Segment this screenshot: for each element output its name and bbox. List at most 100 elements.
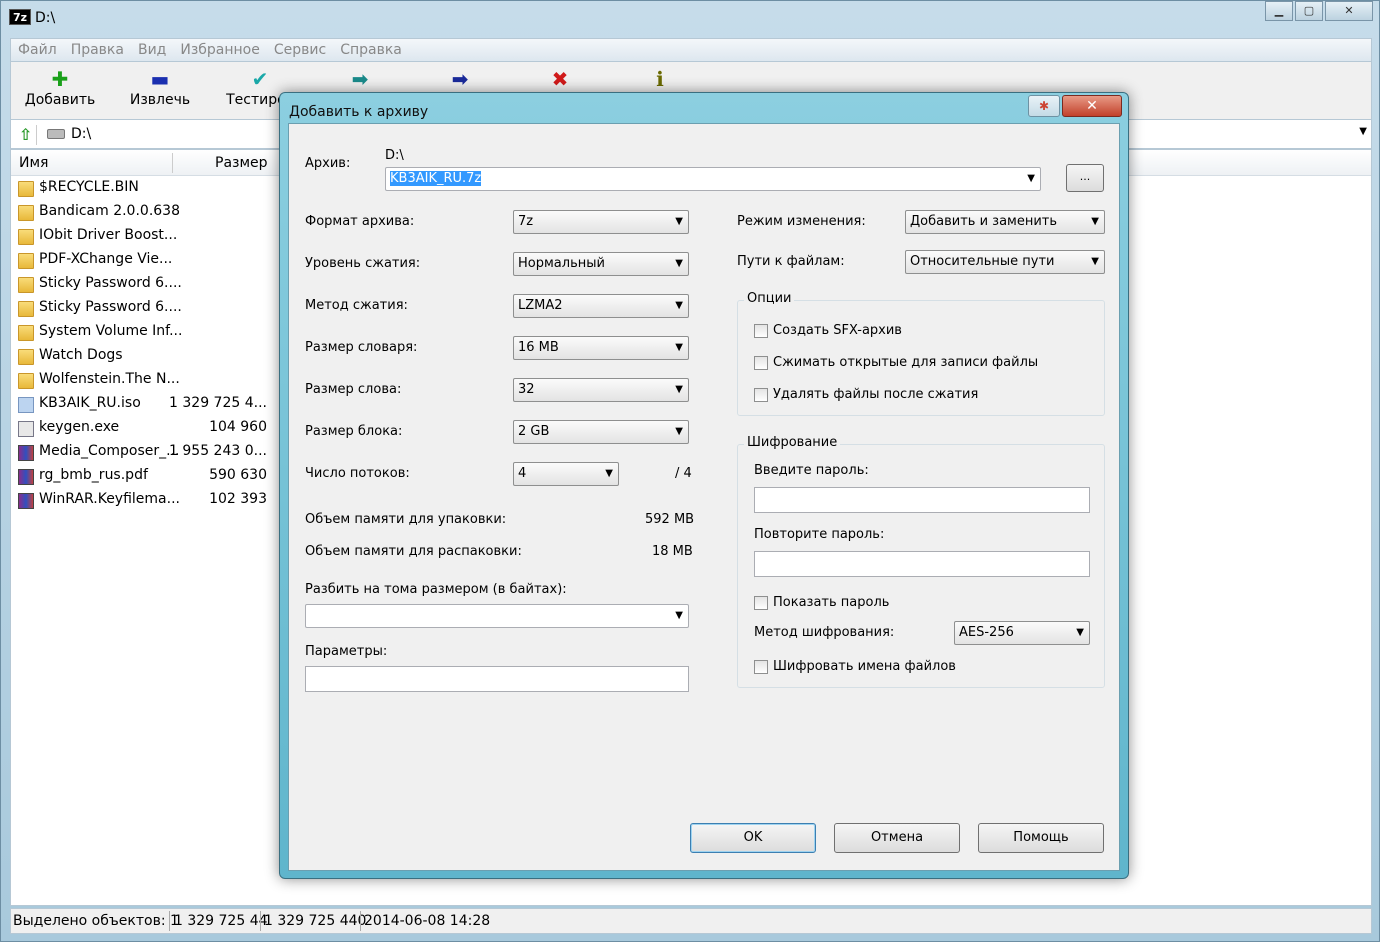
- 7zip-app-icon: 7z: [9, 9, 31, 25]
- password-input[interactable]: [754, 487, 1090, 513]
- file-row[interactable]: Sticky Password 6....: [11, 297, 281, 321]
- add-button[interactable]: ✚ Добавить: [15, 66, 105, 108]
- rar-file-icon: [18, 469, 34, 485]
- file-row[interactable]: WinRAR.Keyfilema... 102 393: [11, 489, 281, 513]
- file-row[interactable]: PDF-XChange Vie...: [11, 249, 281, 273]
- file-row[interactable]: Bandicam 2.0.0.638: [11, 201, 281, 225]
- menu-file[interactable]: Файл: [11, 42, 64, 58]
- paths-select[interactable]: Относительные пути ▼: [905, 250, 1105, 274]
- delete-after-label: Удалять файлы после сжатия: [773, 387, 979, 402]
- chevron-down-icon[interactable]: ▼: [1359, 126, 1367, 137]
- menu-tools[interactable]: Сервис: [267, 42, 333, 58]
- menu-help[interactable]: Справка: [333, 42, 409, 58]
- block-select[interactable]: 2 GB ▼: [513, 420, 689, 444]
- shared-files-checkbox[interactable]: Сжимать открытые для записи файлы: [754, 355, 1038, 370]
- file-name: Wolfenstein.The N...: [39, 371, 180, 387]
- move-button[interactable]: ➡: [415, 66, 505, 92]
- file-name: WinRAR.Keyfilema...: [39, 491, 180, 507]
- chevron-down-icon[interactable]: ▼: [1027, 173, 1035, 184]
- maximize-button[interactable]: ▢: [1295, 1, 1323, 21]
- chevron-down-icon: ▼: [1091, 256, 1099, 267]
- file-name: Sticky Password 6....: [39, 299, 182, 315]
- format-select[interactable]: 7z ▼: [513, 210, 689, 234]
- column-name[interactable]: Имя: [19, 155, 48, 171]
- file-row[interactable]: $RECYCLE.BIN: [11, 177, 281, 201]
- info-button[interactable]: ℹ: [615, 66, 705, 92]
- dialog-title: Добавить к архиву: [289, 104, 429, 120]
- sfx-checkbox[interactable]: Создать SFX-архив: [754, 323, 902, 338]
- file-row[interactable]: Wolfenstein.The N...: [11, 369, 281, 393]
- address-text[interactable]: D:\: [71, 126, 91, 142]
- word-select[interactable]: 32 ▼: [513, 378, 689, 402]
- dialog-help-icon[interactable]: ✱: [1028, 95, 1060, 117]
- chevron-down-icon: ▼: [675, 300, 683, 311]
- ok-button[interactable]: OK: [690, 823, 816, 853]
- file-row[interactable]: System Volume Inf...: [11, 321, 281, 345]
- chevron-down-icon: ▼: [1091, 216, 1099, 227]
- dialog-close-button[interactable]: ✕: [1062, 95, 1122, 117]
- exe-file-icon: [18, 421, 34, 437]
- file-size: 590 630: [209, 467, 267, 483]
- file-name: $RECYCLE.BIN: [39, 179, 139, 195]
- help-button[interactable]: Помощь: [978, 823, 1104, 853]
- params-label: Параметры:: [305, 644, 388, 659]
- status-date: 2014-06-08 14:28: [364, 913, 491, 929]
- dict-select[interactable]: 16 MB ▼: [513, 336, 689, 360]
- extract-button[interactable]: ▬ Извлечь: [115, 66, 205, 108]
- enc-method-select[interactable]: AES-256 ▼: [954, 621, 1090, 645]
- close-button[interactable]: ✕: [1325, 1, 1373, 21]
- browse-button[interactable]: ...: [1066, 164, 1104, 192]
- file-row[interactable]: Watch Dogs: [11, 345, 281, 369]
- add-to-archive-dialog: Добавить к архиву ✱ ✕ Архив: D:\ KB3AIK_…: [279, 92, 1129, 879]
- paths-value: Относительные пути: [910, 254, 1055, 269]
- threads-value: 4: [518, 466, 527, 481]
- folder-icon: [18, 301, 34, 317]
- archive-name-combo[interactable]: KB3AIK_RU.7z ▼: [385, 167, 1041, 191]
- password-label: Введите пароль:: [754, 463, 869, 478]
- menu-view[interactable]: Вид: [131, 42, 173, 58]
- cancel-button[interactable]: Отмена: [834, 823, 960, 853]
- repeat-password-input[interactable]: [754, 551, 1090, 577]
- chevron-down-icon: ▼: [675, 426, 683, 437]
- file-row[interactable]: IObit Driver Boost...: [11, 225, 281, 249]
- show-password-checkbox[interactable]: Показать пароль: [754, 595, 889, 610]
- delete-after-checkbox[interactable]: Удалять файлы после сжатия: [754, 387, 978, 402]
- enc-method-label: Метод шифрования:: [754, 625, 895, 640]
- folder-up-icon[interactable]: ⇧: [15, 125, 37, 145]
- file-row[interactable]: keygen.exe 104 960: [11, 417, 281, 441]
- mem-pack-label: Объем памяти для упаковки:: [305, 512, 507, 527]
- archive-name-value[interactable]: KB3AIK_RU.7z: [390, 171, 482, 186]
- menu-favorites[interactable]: Избранное: [173, 42, 267, 58]
- options-title: Опции: [744, 291, 795, 306]
- copy-icon: ➡: [351, 67, 369, 91]
- threads-select[interactable]: 4 ▼: [513, 462, 619, 486]
- level-select[interactable]: Нормальный ▼: [513, 252, 689, 276]
- column-size[interactable]: Размер: [215, 155, 268, 171]
- dict-value: 16 MB: [518, 340, 559, 355]
- file-row[interactable]: Sticky Password 6....: [11, 273, 281, 297]
- chevron-down-icon: ▼: [675, 258, 683, 269]
- menu-edit[interactable]: Правка: [64, 42, 131, 58]
- options-group: Опции Создать SFX-архив Сжимать открытые…: [737, 291, 1105, 416]
- split-combo[interactable]: ▼: [305, 604, 689, 628]
- file-size: 102 393: [209, 491, 267, 507]
- chevron-down-icon[interactable]: ▼: [675, 610, 683, 621]
- file-row[interactable]: Media_Composer_... 1 955 243 0...: [11, 441, 281, 465]
- mem-pack-value: 592 MB: [645, 512, 695, 527]
- file-name: Media_Composer_...: [39, 443, 180, 459]
- copy-button[interactable]: ➡: [315, 66, 405, 92]
- encrypt-names-checkbox[interactable]: Шифровать имена файлов: [754, 659, 956, 674]
- folder-icon: [18, 229, 34, 245]
- mem-unpack-label: Объем памяти для распаковки:: [305, 544, 522, 559]
- delete-button[interactable]: ✖: [515, 66, 605, 92]
- update-mode-select[interactable]: Добавить и заменить ▼: [905, 210, 1105, 234]
- split-label: Разбить на тома размером (в байтах):: [305, 582, 567, 597]
- method-select[interactable]: LZMA2 ▼: [513, 294, 689, 318]
- file-row[interactable]: KB3AIK_RU.iso 1 329 725 4...: [11, 393, 281, 417]
- encrypt-names-label: Шифровать имена файлов: [773, 659, 956, 674]
- file-row[interactable]: rg_bmb_rus.pdf 590 630: [11, 465, 281, 489]
- file-name: Bandicam 2.0.0.638: [39, 203, 180, 219]
- paths-label: Пути к файлам:: [737, 254, 845, 269]
- minimize-button[interactable]: ▁: [1265, 1, 1293, 21]
- params-input[interactable]: [305, 666, 689, 692]
